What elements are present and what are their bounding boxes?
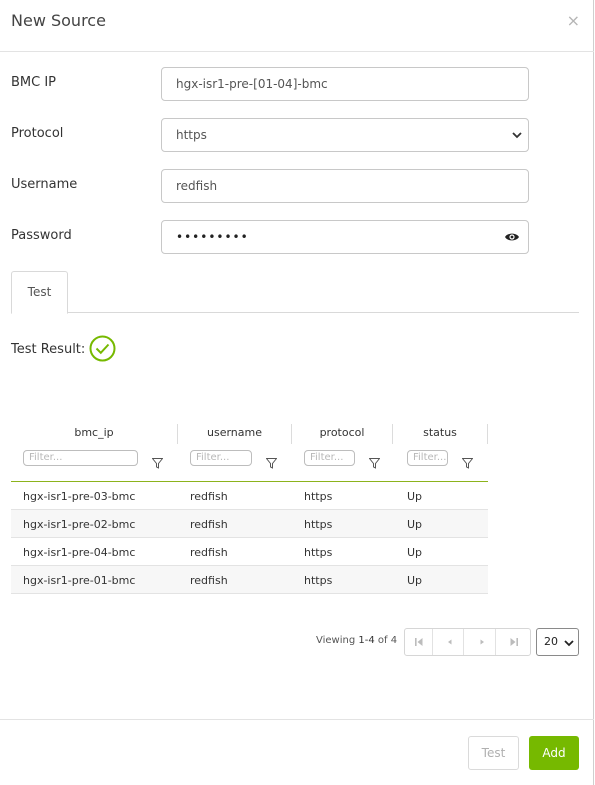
username-input[interactable]: redfish <box>161 169 529 203</box>
protocol-label: Protocol <box>11 126 64 141</box>
protocol-row: Protocol https <box>11 118 531 152</box>
table-row[interactable]: hgx-isr1-pre-01-bmc redfish https Up <box>11 566 488 594</box>
column-header-bmc-ip[interactable]: bmc_ip <box>11 424 178 444</box>
password-input[interactable]: ••••••••• <box>161 220 529 254</box>
cell-username: redfish <box>190 518 228 531</box>
table-row[interactable]: hgx-isr1-pre-04-bmc redfish https Up <box>11 538 488 566</box>
page-size-select[interactable]: 20 <box>536 628 579 656</box>
previous-page-icon <box>448 639 452 645</box>
column-header-username[interactable]: username <box>178 424 292 444</box>
tab-test[interactable]: Test <box>11 271 68 314</box>
check-circle-icon <box>89 335 116 362</box>
password-row: Password ••••••••• <box>11 220 531 254</box>
viewing-range: 1-4 <box>358 635 375 646</box>
cell-status: Up <box>407 546 423 559</box>
filter-input-status[interactable]: Filter... <box>407 450 448 466</box>
cell-bmc-ip: hgx-isr1-pre-04-bmc <box>23 546 136 559</box>
username-label: Username <box>11 177 78 192</box>
protocol-value: https <box>176 128 207 142</box>
close-icon[interactable]: × <box>567 11 580 30</box>
test-button[interactable]: Test <box>468 736 519 770</box>
last-page-icon <box>510 638 518 646</box>
page-size-value: 20 <box>544 635 558 648</box>
viewing-of: of <box>374 635 391 646</box>
cell-protocol: https <box>304 546 333 559</box>
filter-icon[interactable] <box>152 458 163 469</box>
chevron-down-icon <box>512 132 522 139</box>
table-row[interactable]: hgx-isr1-pre-03-bmc redfish https Up <box>11 482 488 510</box>
filter-icon[interactable] <box>266 458 277 469</box>
add-button[interactable]: Add <box>529 736 579 770</box>
username-row: Username redfish <box>11 169 531 203</box>
cell-bmc-ip: hgx-isr1-pre-02-bmc <box>23 518 136 531</box>
pagination-summary: Viewing 1-4 of 4 <box>316 635 397 646</box>
eye-icon[interactable] <box>504 231 520 243</box>
column-header-protocol[interactable]: protocol <box>292 424 393 444</box>
viewing-prefix: Viewing <box>316 635 359 646</box>
test-result-label: Test Result: <box>11 342 86 357</box>
column-header-status[interactable]: status <box>393 424 488 444</box>
table-row[interactable]: hgx-isr1-pre-02-bmc redfish https Up <box>11 510 488 538</box>
new-source-dialog: New Source × BMC IP hgx-isr1-pre-[01-04]… <box>0 0 594 785</box>
dialog-title: New Source <box>11 11 106 30</box>
bmc-ip-row: BMC IP hgx-isr1-pre-[01-04]-bmc <box>11 67 531 101</box>
protocol-select[interactable]: https <box>161 118 529 152</box>
first-page-button[interactable] <box>405 629 433 655</box>
cell-status: Up <box>407 490 423 503</box>
filter-icon[interactable] <box>462 458 473 469</box>
next-page-icon <box>480 639 484 645</box>
cell-status: Up <box>407 574 423 587</box>
cell-protocol: https <box>304 518 333 531</box>
filter-input-bmc-ip[interactable]: Filter... <box>23 450 138 466</box>
cell-username: redfish <box>190 490 228 503</box>
cell-status: Up <box>407 518 423 531</box>
tab-bar: Test <box>11 271 579 314</box>
bmc-ip-label: BMC IP <box>11 75 57 90</box>
pagination-controls <box>404 628 531 656</box>
previous-page-button[interactable] <box>436 629 464 655</box>
cell-protocol: https <box>304 574 333 587</box>
chevron-down-icon <box>564 640 574 647</box>
cell-bmc-ip: hgx-isr1-pre-01-bmc <box>23 574 136 587</box>
dialog-header: New Source × <box>0 0 594 52</box>
cell-protocol: https <box>304 490 333 503</box>
filter-input-protocol[interactable]: Filter... <box>304 450 355 466</box>
filter-icon[interactable] <box>369 458 380 469</box>
password-value: ••••••••• <box>176 230 249 244</box>
password-label: Password <box>11 228 72 243</box>
viewing-total: 4 <box>390 635 398 646</box>
cell-bmc-ip: hgx-isr1-pre-03-bmc <box>23 490 136 503</box>
cell-username: redfish <box>190 546 228 559</box>
bmc-ip-input[interactable]: hgx-isr1-pre-[01-04]-bmc <box>161 67 529 101</box>
next-page-button[interactable] <box>468 629 496 655</box>
grid-header: bmc_ip username protocol status Filter..… <box>11 420 488 482</box>
first-page-icon <box>415 638 423 646</box>
last-page-button[interactable] <box>500 629 528 655</box>
filter-input-username[interactable]: Filter... <box>190 450 252 466</box>
cell-username: redfish <box>190 574 228 587</box>
